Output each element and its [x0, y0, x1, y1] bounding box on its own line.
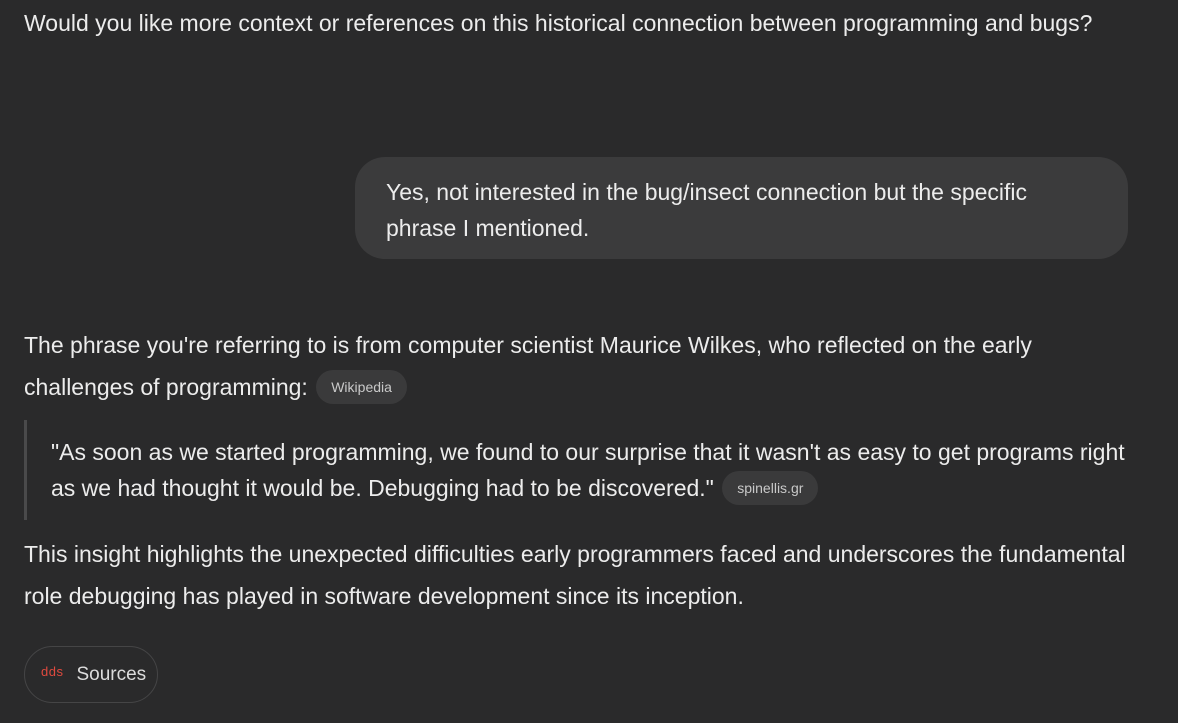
citation-chip-wikipedia[interactable]: Wikipedia — [316, 369, 407, 404]
assistant-insight: This insight highlights the unexpected d… — [24, 541, 1126, 609]
user-message-bubble: Yes, not interested in the bug/insect co… — [355, 157, 1128, 259]
sources-favicon-icon: dds — [41, 664, 64, 679]
quote-text: "As soon as we started programming, we f… — [51, 439, 1125, 501]
assistant-answer: The phrase you're referring to is from c… — [24, 324, 1144, 408]
sources-button-label: Sources — [76, 663, 147, 685]
user-message-text: Yes, not interested in the bug/insect co… — [386, 179, 1028, 241]
assistant-message-intro: Would you like more context or reference… — [24, 10, 1093, 36]
answer-text: The phrase you're referring to is from c… — [24, 332, 1032, 400]
citation-chip-spinellis[interactable]: spinellis.gr — [722, 470, 819, 505]
blockquote: "As soon as we started programming, we f… — [24, 420, 1134, 520]
sources-button[interactable]: dds Sources — [24, 646, 158, 703]
